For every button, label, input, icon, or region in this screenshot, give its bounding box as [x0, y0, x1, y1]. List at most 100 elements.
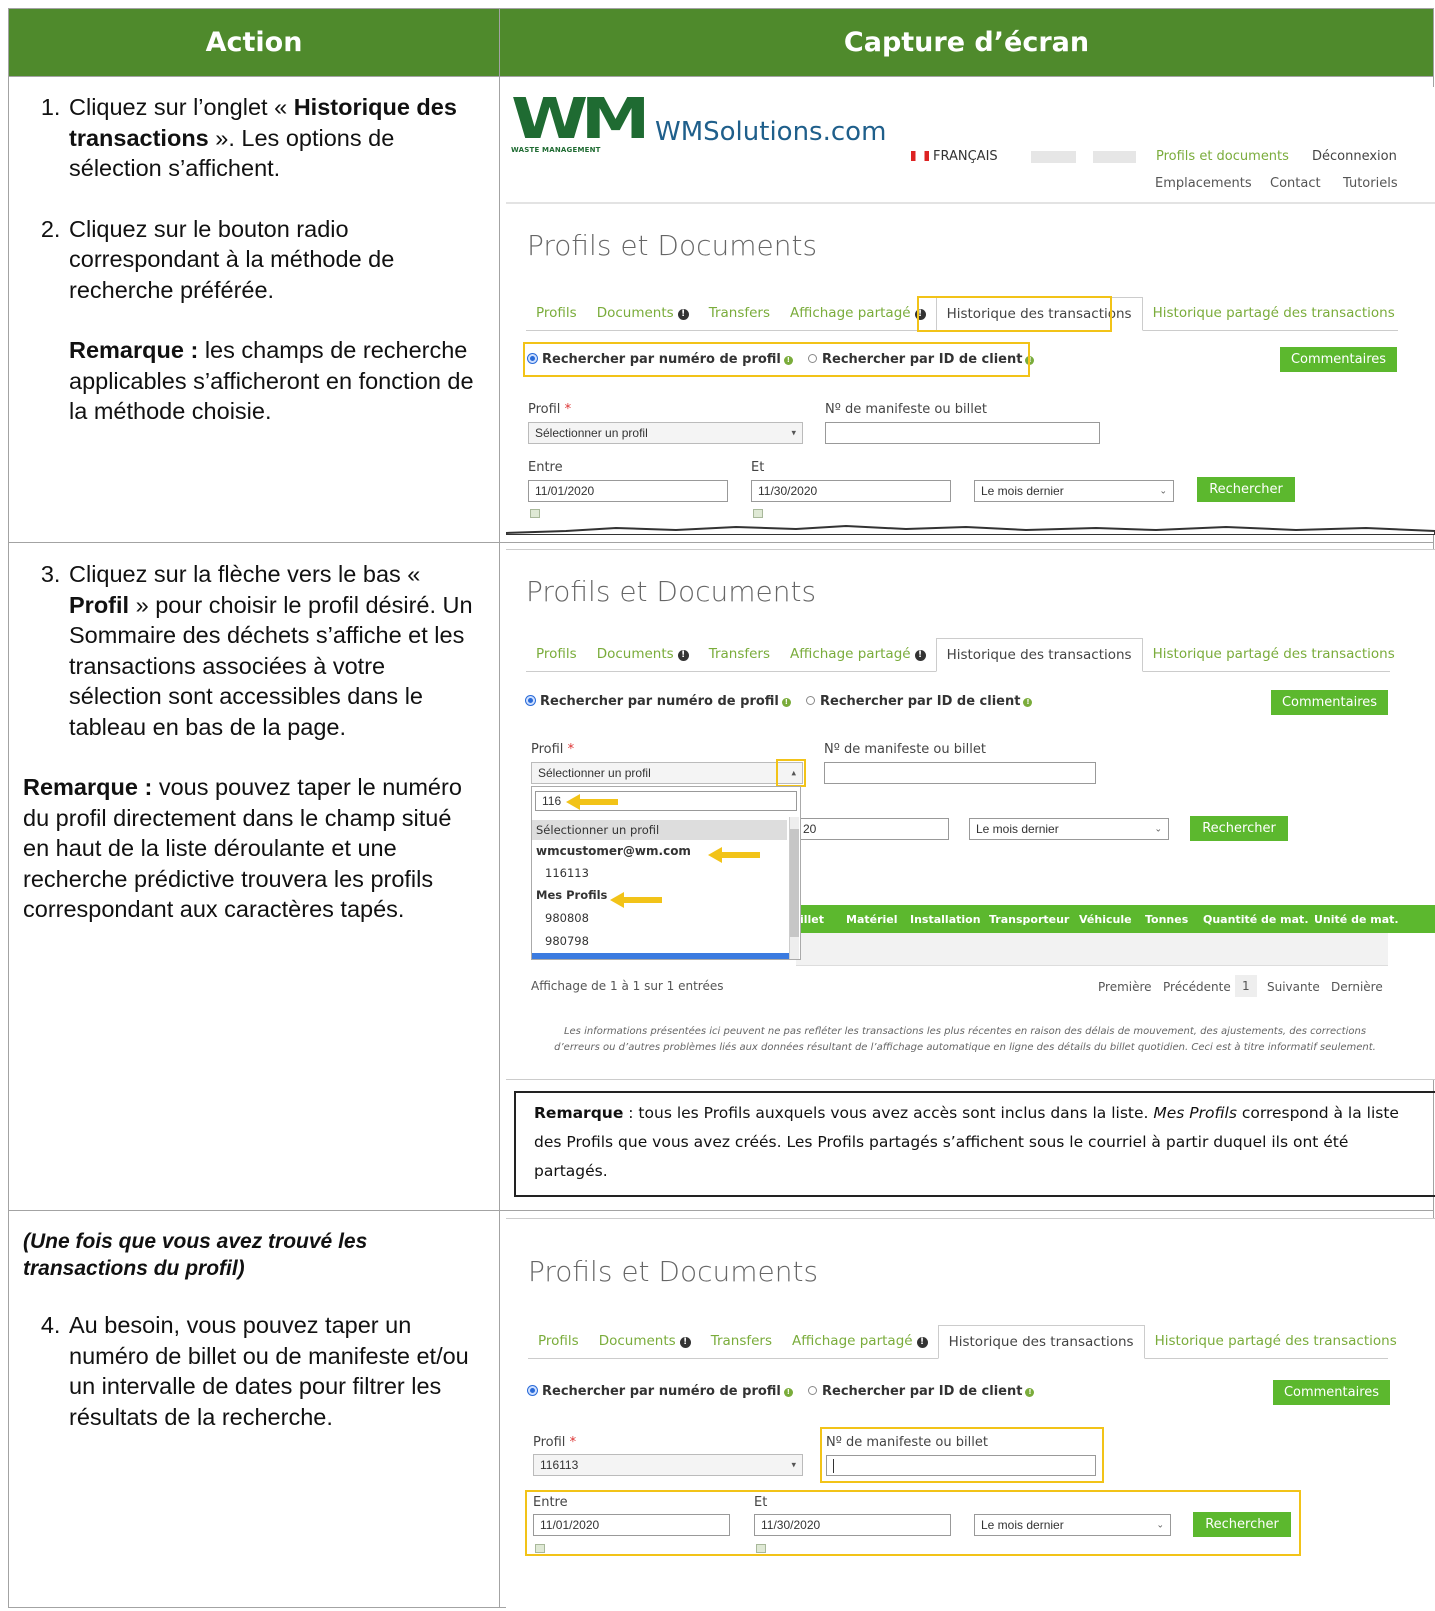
screenshot-bottom-border [506, 1079, 1435, 1080]
site-domain[interactable]: WMSolutions.com [655, 117, 886, 147]
dropdown-group-my-profiles: Mes Profils [536, 888, 608, 902]
manifest-label: Nº de manifeste ou billet [825, 402, 987, 417]
radio-search-by-profile[interactable]: Rechercher par numéro de profil! [528, 1384, 793, 1399]
comments-button[interactable]: Commentaires [1273, 1380, 1390, 1405]
tab-documents[interactable]: Documents! [587, 638, 699, 671]
search-button[interactable]: Rechercher [1190, 816, 1288, 841]
dropdown-option[interactable]: 116113 [545, 866, 589, 880]
tab-profils[interactable]: Profils [526, 297, 587, 330]
nav-tutorials[interactable]: Tutoriels [1343, 176, 1398, 191]
tab-transfers[interactable]: Transfers [699, 297, 780, 330]
pager-previous[interactable]: Précédente [1163, 980, 1231, 994]
date-to-input-partial[interactable]: 20 [796, 818, 949, 840]
dropdown-option[interactable]: Sélectionner un profil [532, 820, 787, 840]
profile-select[interactable]: Sélectionner un profil ▴ [531, 762, 803, 784]
tab-bar: Profils Documents! Transfers Affichage p… [526, 638, 1395, 672]
chevron-down-icon: ⌄ [1159, 485, 1167, 496]
arrow-icon [708, 847, 760, 863]
radio-unselected-icon [806, 696, 815, 705]
calendar-icon[interactable] [530, 509, 540, 518]
manifest-input[interactable] [824, 762, 1096, 784]
note-label: Remarque : [69, 337, 199, 363]
info-icon: ! [679, 1337, 691, 1348]
tab-documents[interactable]: Documents! [587, 297, 699, 330]
note-label: Remarque : [23, 774, 153, 800]
wm-logo: WM WASTE MANAGEMENT [511, 87, 650, 155]
page-title: Profils et Documents [526, 575, 817, 608]
period-select[interactable]: Le mois dernier ⌄ [969, 818, 1169, 840]
chevron-down-icon: ▾ [791, 1459, 796, 1470]
screenshot-1: WM WASTE MANAGEMENT WMSolutions.com FRAN… [506, 87, 1435, 535]
redacted-block [1093, 151, 1136, 163]
results-header: illet Matériel Installation Transporteur… [796, 905, 1435, 933]
column-divider [499, 9, 500, 1607]
info-icon: ! [1023, 698, 1033, 707]
info-icon: ! [783, 1388, 793, 1397]
tab-shared-transaction-history[interactable]: Historique partagé des transactions [1143, 638, 1405, 671]
tab-transaction-history[interactable]: Historique des transactions [935, 638, 1143, 672]
profile-select[interactable]: 116113 ▾ [533, 1454, 803, 1476]
canada-flag-icon [911, 151, 929, 161]
arrow-icon [610, 892, 662, 908]
profile-label: Profil * [533, 1435, 577, 1450]
dropdown-scrollbar[interactable] [789, 817, 799, 959]
radio-highlight [523, 342, 1030, 377]
calendar-icon[interactable] [753, 509, 763, 518]
nav-locations[interactable]: Emplacements [1155, 176, 1252, 191]
comments-button[interactable]: Commentaires [1280, 347, 1397, 372]
dropdown-option[interactable]: 980798 [545, 934, 589, 948]
tab-transfers[interactable]: Transfers [699, 638, 780, 671]
pager-first[interactable]: Première [1098, 980, 1152, 994]
tab-transfers[interactable]: Transfers [701, 1325, 782, 1358]
chevron-down-icon: ▾ [791, 427, 796, 438]
nav-logout[interactable]: Déconnexion [1312, 149, 1397, 164]
manifest-highlight [820, 1427, 1104, 1483]
tab-transaction-history[interactable]: Historique des transactions [937, 1325, 1145, 1359]
dropdown-arrow-highlight [776, 759, 806, 787]
row-divider-2 [9, 542, 1433, 543]
tab-shared-view[interactable]: Affichage partagé! [780, 297, 936, 330]
nav-contact[interactable]: Contact [1270, 176, 1321, 191]
profile-select[interactable]: Sélectionner un profil ▾ [528, 422, 803, 444]
dropdown-option[interactable]: 980808 [545, 911, 589, 925]
language-selector[interactable]: FRANÇAIS [911, 149, 998, 164]
pager-current[interactable]: 1 [1235, 975, 1257, 997]
instruction-table: Action Capture d’écran Cliquez sur l’ong… [8, 8, 1435, 1609]
tab-shared-transaction-history[interactable]: Historique partagé des transactions [1145, 1325, 1407, 1358]
comments-button[interactable]: Commentaires [1271, 690, 1388, 715]
step-2: Cliquez sur le bouton radio correspondan… [67, 214, 483, 427]
date-range-highlight [525, 1490, 1301, 1556]
tab-documents[interactable]: Documents! [589, 1325, 701, 1358]
manifest-label: Nº de manifeste ou billet [824, 742, 986, 757]
tab-profils[interactable]: Profils [528, 1325, 589, 1358]
info-icon: ! [916, 1337, 928, 1348]
search-button[interactable]: Rechercher [1197, 477, 1295, 502]
step-3: Cliquez sur la flèche vers le bas « Prof… [67, 559, 483, 742]
pager-next[interactable]: Suivante [1267, 980, 1320, 994]
torn-edge [506, 524, 1435, 535]
tab-bar: Profils Documents! Transfers Affichage p… [528, 1325, 1397, 1359]
pager-last[interactable]: Dernière [1331, 980, 1383, 994]
profile-label: Profil * [528, 402, 572, 417]
remark-box: Remarque : tous les Profils auxquels vou… [514, 1091, 1435, 1197]
tab-shared-view[interactable]: Affichage partagé! [782, 1325, 938, 1358]
row3-action: (Une fois que vous avez trouvé les trans… [23, 1228, 483, 1432]
dropdown-highlighted-option[interactable] [532, 953, 789, 959]
screenshot-2: Profils et Documents Profils Documents! … [506, 549, 1435, 1080]
date-from-input[interactable]: 11/01/2020 [528, 480, 728, 502]
manifest-input[interactable] [825, 422, 1100, 444]
site-header-divider [506, 202, 1435, 204]
nav-profiles-documents[interactable]: Profils et documents [1156, 149, 1289, 164]
period-select[interactable]: Le mois dernier ⌄ [974, 480, 1174, 502]
radio-search-by-client[interactable]: Rechercher par ID de client! [806, 694, 1033, 709]
tab-shared-view[interactable]: Affichage partagé! [780, 638, 936, 671]
tab-profils[interactable]: Profils [526, 638, 587, 671]
row2-action: Cliquez sur la flèche vers le bas « Prof… [23, 559, 483, 925]
arrow-icon [566, 794, 618, 810]
results-row [796, 933, 1388, 966]
row3-intro: (Une fois que vous avez trouvé les trans… [23, 1230, 368, 1280]
radio-search-by-profile[interactable]: Rechercher par numéro de profil! [526, 694, 791, 709]
radio-search-by-client[interactable]: Rechercher par ID de client! [808, 1384, 1035, 1399]
date-to-input[interactable]: 11/30/2020 [751, 480, 951, 502]
tab-shared-transaction-history[interactable]: Historique partagé des transactions [1143, 297, 1405, 330]
